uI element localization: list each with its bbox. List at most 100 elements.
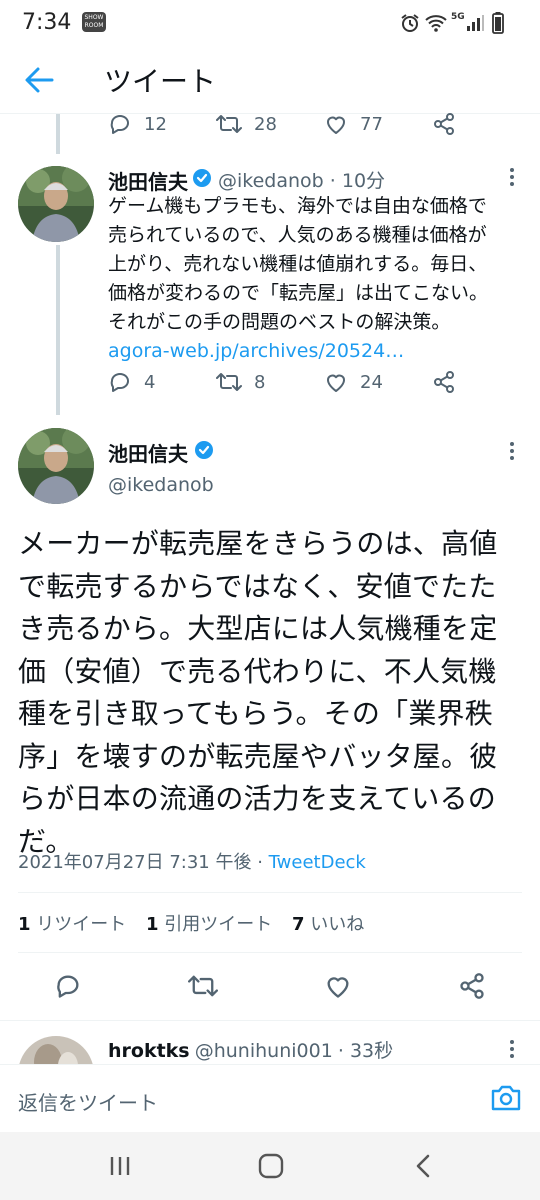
more-options-icon[interactable] [508, 1038, 516, 1060]
retweets-stat[interactable]: 1 リツイート [18, 914, 126, 935]
retweet-count: 8 [254, 371, 266, 393]
author-handle-line: @ikedanob · 10分 [218, 166, 385, 193]
status-time: 7:34 [22, 10, 72, 35]
retweets-count: 1 [18, 914, 31, 935]
author-handle[interactable]: @ikedanob [108, 474, 214, 496]
retweet-button[interactable] [188, 972, 218, 1000]
tweet-text-line: ゲーム機もプラモも、海外では自由な価格で [108, 195, 487, 217]
tweet-text-line: き売るから。大型店には人気機種を定 [18, 612, 498, 645]
next-reply-header: hroktks @hunihuni001 · 33秒 [108, 1036, 393, 1063]
quotes-label: 引用ツイート [164, 914, 273, 935]
more-options-icon[interactable] [508, 440, 516, 462]
reply-icon [110, 373, 129, 392]
divider [18, 952, 522, 953]
signal-icon [466, 14, 484, 32]
reply-button[interactable]: 12 [108, 112, 167, 136]
reply-icon [57, 975, 79, 998]
more-options-icon[interactable] [508, 166, 516, 188]
retweet-button[interactable]: 8 [216, 370, 265, 394]
tweet-link[interactable]: agora-web.jp/archives/20524… [108, 337, 528, 366]
system-nav-bar [0, 1132, 540, 1200]
like-button[interactable]: 77 [324, 112, 383, 136]
tweet-age: · 10分 [329, 170, 386, 192]
reply-icon [110, 115, 129, 134]
avatar[interactable] [18, 166, 94, 242]
page-title: ツイート [104, 65, 217, 98]
reply-author-name[interactable]: hroktks [108, 1040, 190, 1062]
share-icon [434, 113, 454, 135]
reply-input[interactable]: 返信をツイート [18, 1087, 158, 1116]
likes-count: 7 [292, 914, 305, 935]
retweets-label: リツイート [36, 914, 127, 935]
retweet-count: 28 [254, 113, 277, 135]
likes-stat[interactable]: 7 いいね [292, 914, 364, 935]
reply-composer-bar: 返信をツイート [0, 1064, 540, 1132]
like-count: 77 [360, 113, 383, 135]
tweet-text-line: メーカーが転売屋をきらうのは、高値 [18, 527, 498, 560]
likes-label: いいね [310, 914, 365, 935]
tweet-text-line: それがこの手の問題のベストの解決策。 [108, 311, 451, 333]
tweet-text-line: らが日本の流通の活力を支えているの [18, 782, 497, 815]
reply-tweet-actions: 4 8 24 [108, 370, 508, 396]
quotes-count: 1 [146, 914, 159, 935]
reply-button[interactable]: 4 [108, 370, 155, 394]
reply-button[interactable] [54, 972, 82, 1000]
retweet-button[interactable]: 28 [216, 112, 277, 136]
recent-apps-icon[interactable] [108, 1154, 132, 1178]
author-name[interactable]: 池田信夫 [108, 170, 188, 194]
main-tweet-text: メーカーが転売屋をきらうのは、高値 で転売するからではなく、安値でたた き売るか… [18, 523, 528, 863]
verified-icon [192, 168, 212, 188]
back-icon[interactable] [414, 1154, 434, 1178]
share-button[interactable] [458, 972, 486, 1000]
reply-age: · 33秒 [337, 1040, 394, 1062]
verified-icon [194, 440, 214, 460]
reply-count: 12 [144, 113, 167, 135]
alarm-icon [400, 13, 420, 33]
reply-tweet-header: 池田信夫 [108, 166, 188, 195]
like-button[interactable] [324, 972, 352, 1000]
heart-icon [327, 116, 345, 134]
tweet-timestamp[interactable]: 2021年07月27日 7:31 午後 · [18, 852, 269, 873]
tweet-source[interactable]: TweetDeck [269, 852, 366, 873]
retweet-icon [216, 115, 242, 133]
camera-icon[interactable] [490, 1083, 522, 1113]
quotes-stat[interactable]: 1 引用ツイート [146, 914, 272, 935]
status-bar: 7:34 SHOW ROOM 5G [0, 0, 540, 46]
main-tweet-actions [0, 970, 540, 1004]
retweet-icon [188, 975, 218, 997]
tweet-text-line: 上がり、売れない機種は値崩れする。毎日、 [108, 253, 488, 275]
share-button[interactable] [432, 370, 456, 394]
prev-tweet-actions: 12 28 77 [108, 112, 508, 138]
retweet-icon [216, 373, 242, 391]
tweet-timestamp-line: 2021年07月27日 7:31 午後 · TweetDeck [18, 848, 366, 874]
tweet-text-line: 価（安値）で売る代わりに、不人気機 [18, 654, 497, 688]
heart-icon [327, 977, 349, 998]
tweet-stats: 1 リツイート 1 引用ツイート 7 いいね [18, 910, 364, 936]
tweet-text-line: 序」を壊すのが転売屋やバッタ屋。彼 [18, 739, 498, 773]
network-type: 5G [451, 12, 465, 22]
share-button[interactable] [432, 112, 456, 136]
reply-author-handle[interactable]: @hunihuni001 [195, 1040, 333, 1062]
heart-icon [327, 374, 345, 392]
divider [0, 1020, 540, 1021]
reply-count: 4 [144, 371, 156, 393]
battery-icon [492, 12, 504, 34]
wifi-icon [424, 13, 448, 33]
share-icon [434, 371, 454, 393]
top-app-bar: ツイート [0, 46, 540, 114]
thread-connector [56, 245, 60, 415]
author-name[interactable]: 池田信夫 [108, 438, 188, 467]
tweet-text-line: 価格が変わるので「転売屋」は出てこない。 [108, 282, 489, 304]
like-button[interactable]: 24 [324, 370, 383, 394]
avatar[interactable] [18, 428, 94, 504]
like-count: 24 [360, 371, 383, 393]
tweet-text-line: 売られているので、人気のある機種は価格が [108, 224, 487, 246]
tweet-text-line: 種を引き取ってもらう。その「業界秩 [18, 697, 493, 730]
showroom-badge: SHOW ROOM [82, 12, 106, 32]
reply-avatar[interactable] [18, 1036, 94, 1064]
thread-connector-top [56, 114, 60, 154]
divider [18, 892, 522, 893]
author-handle[interactable]: @ikedanob [218, 170, 324, 192]
home-icon[interactable] [257, 1152, 285, 1180]
back-arrow-icon[interactable] [24, 66, 54, 94]
